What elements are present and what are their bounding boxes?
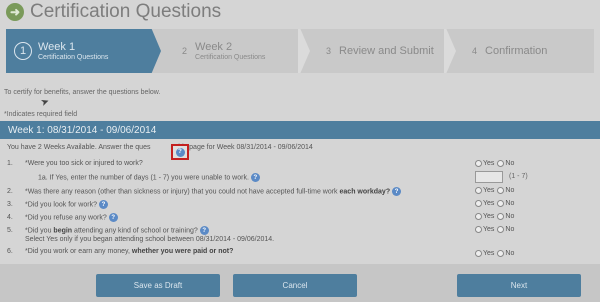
title-bar: ➜ Certification Questions bbox=[0, 0, 600, 24]
question-help-icon[interactable]: ? bbox=[175, 147, 185, 157]
help-icon[interactable]: ? bbox=[250, 173, 260, 182]
intro-text: To certify for benefits, answer the ques… bbox=[4, 89, 161, 96]
help-icon[interactable]: ? bbox=[199, 226, 209, 235]
step-number: 4 bbox=[472, 46, 478, 56]
step-confirmation: 4 Confirmation bbox=[458, 29, 588, 73]
yes-radio[interactable] bbox=[475, 160, 482, 167]
mouse-cursor-icon: ➤ bbox=[39, 95, 52, 110]
days-unable-input[interactable] bbox=[475, 171, 503, 183]
save-draft-button[interactable]: Save as Draft bbox=[96, 274, 220, 297]
step-label: Confirmation bbox=[485, 45, 548, 57]
next-button[interactable]: Next bbox=[457, 274, 581, 297]
week-header-text: Week 1: 08/31/2014 - 09/06/2014 bbox=[8, 124, 157, 136]
yes-radio[interactable] bbox=[475, 200, 482, 207]
step-label: Week 2 bbox=[195, 40, 233, 53]
question-2: 2. *Was there any reason (other than sick… bbox=[7, 187, 402, 196]
help-icon[interactable]: ? bbox=[108, 213, 118, 222]
step-number: 1 bbox=[14, 42, 32, 60]
no-radio[interactable] bbox=[497, 213, 505, 220]
question-5-note: Select Yes only if you began attending s… bbox=[25, 236, 275, 243]
step-number: 2 bbox=[182, 46, 188, 56]
help-icon[interactable]: ? bbox=[392, 187, 402, 196]
step-week-1: 1 Week 1 Certification Questions bbox=[6, 29, 161, 73]
week-header: Week 1: 08/31/2014 - 09/06/2014 bbox=[0, 121, 600, 139]
question-3: 3. *Did you look for work? ? bbox=[7, 200, 108, 209]
step-sublabel: Certification Questions bbox=[38, 53, 109, 61]
no-radio[interactable] bbox=[497, 250, 505, 257]
question-4-options: Yes No bbox=[475, 213, 517, 220]
no-radio[interactable] bbox=[497, 187, 505, 194]
yes-radio[interactable] bbox=[475, 226, 482, 233]
question-6-options: Yes No bbox=[475, 250, 517, 257]
step-sublabel: Certification Questions bbox=[195, 53, 266, 61]
question-5-options: Yes No bbox=[475, 226, 517, 233]
question-2-options: Yes No bbox=[475, 187, 517, 194]
question-6: 6. *Did you work or earn any money, wheth… bbox=[7, 248, 234, 255]
action-bar: Save as Draft Cancel Next bbox=[0, 264, 600, 302]
help-icon[interactable]: ? bbox=[98, 200, 108, 209]
question-1: 1. *Were you too sick or injured to work? bbox=[7, 160, 143, 167]
step-label: Week 1 bbox=[38, 40, 76, 53]
page-title: Certification Questions bbox=[30, 1, 222, 22]
cancel-button[interactable]: Cancel bbox=[233, 274, 357, 297]
question-3-options: Yes No bbox=[475, 200, 517, 207]
yes-radio[interactable] bbox=[475, 213, 482, 220]
highlighted-help-button[interactable]: ? bbox=[171, 144, 189, 160]
step-number: 3 bbox=[326, 46, 332, 56]
days-hint: (1 - 7) bbox=[509, 173, 528, 180]
arrow-right-icon: ➜ bbox=[6, 3, 24, 21]
no-radio[interactable] bbox=[497, 160, 505, 167]
question-1a: 1a. If Yes, enter the number of days (1 … bbox=[38, 173, 260, 182]
step-week-2: 2 Week 2 Certification Questions bbox=[168, 29, 308, 73]
no-radio[interactable] bbox=[497, 200, 505, 207]
step-label: Review and Submit bbox=[339, 45, 434, 57]
question-4: 4. *Did you refuse any work? ? bbox=[7, 213, 118, 222]
yes-radio[interactable] bbox=[475, 187, 482, 194]
required-note: *Indicates required field bbox=[4, 111, 78, 118]
question-1-options: Yes No bbox=[475, 160, 517, 167]
step-review: 3 Review and Submit bbox=[312, 29, 462, 73]
no-radio[interactable] bbox=[497, 226, 505, 233]
question-5: 5. *Did you begin attending any kind of s… bbox=[7, 226, 209, 235]
progress-steps: 1 Week 1 Certification Questions 2 Week … bbox=[6, 29, 594, 73]
yes-radio[interactable] bbox=[475, 250, 482, 257]
availability-text: You have 2 Weeks Available. Answer the q… bbox=[7, 144, 313, 151]
